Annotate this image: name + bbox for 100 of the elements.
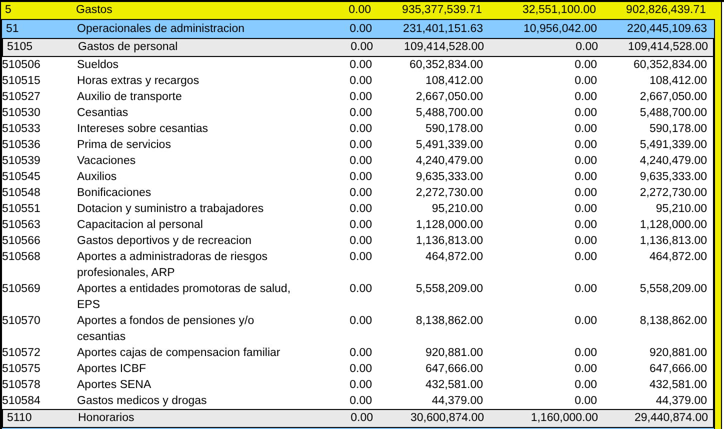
amount-cell-text: 0.00 <box>348 346 372 361</box>
amount-cell-text: 0.00 <box>574 40 598 55</box>
account-code: 510506 <box>2 58 42 73</box>
amount-cell-text: 1,128,000.00 <box>638 218 707 233</box>
account-name: Auxilio de transporte <box>76 90 183 105</box>
amount-cell-text: 647,666.00 <box>648 362 707 377</box>
amount-cell-text: 60,352,834.00 <box>632 58 707 73</box>
amount-cell-text: 0.00 <box>348 362 372 377</box>
amount-cell-text: 647,666.00 <box>424 362 483 377</box>
amount-cell-text: 0.00 <box>348 282 372 297</box>
amount-cell-text: 0.00 <box>348 154 372 169</box>
account-code: 51 <box>5 22 20 37</box>
amount-cell-text: 0.00 <box>350 411 373 426</box>
amount-cell-text: 0.00 <box>350 40 373 55</box>
amount-cell-text: 1,128,000.00 <box>414 218 483 233</box>
amount-cell-text: 2,272,730.00 <box>414 186 483 201</box>
amount-cell-text: 0.00 <box>574 362 597 377</box>
amount-cell-text: 4,240,479.00 <box>414 154 483 169</box>
account-name: Horas extras y recargos <box>76 74 200 89</box>
amount-cell-text: 0.00 <box>348 218 372 233</box>
amount-cell-text: 0.00 <box>348 170 372 185</box>
amount-cell-text: 0.00 <box>574 378 597 393</box>
account-code: 510530 <box>2 106 42 121</box>
amount-cell-text: 109,414,528.00 <box>627 40 708 55</box>
amount-cell-text: 0.00 <box>574 58 597 73</box>
amount-cell-text: 220,445,109.63 <box>626 22 707 37</box>
amount-cell-text: 8,138,862.00 <box>638 314 707 329</box>
amount-cell-text: 0.00 <box>574 282 597 297</box>
account-name: Cesantias <box>76 106 130 121</box>
amount-cell-text: 29,440,874.00 <box>633 411 708 426</box>
amount-cell-text: 0.00 <box>348 394 372 409</box>
account-code: 510575 <box>2 362 42 377</box>
amount-cell-text: 0.00 <box>574 250 597 265</box>
account-name: Aportes SENA <box>76 378 152 393</box>
amount-cell-text: 109,414,528.00 <box>403 40 484 55</box>
account-code: 510545 <box>2 170 42 185</box>
account-code: 5 <box>4 3 12 18</box>
account-name: Gastos medicos y drogas <box>76 394 208 409</box>
account-name: Sueldos <box>76 58 120 73</box>
account-name: Dotacion y suministro a trabajadores <box>76 202 265 217</box>
amount-cell-text: 0.00 <box>574 394 597 409</box>
account-name: Aportes a administradoras de riesgos profesionales, ARP <box>76 250 268 281</box>
amount-cell-text: 0.00 <box>348 378 372 393</box>
amount-cell-text: 0.00 <box>348 22 372 37</box>
amount-cell-text: 1,160,000.00 <box>530 411 598 426</box>
account-code: 510563 <box>2 218 42 233</box>
amount-cell-text: 32,551,100.00 <box>521 3 596 18</box>
account-code: 510551 <box>2 202 42 217</box>
amount-cell-text: 464,872.00 <box>424 250 483 265</box>
account-code: 510569 <box>2 282 42 297</box>
account-name: Aportes a entidades promotoras de salud, EPS <box>76 282 292 313</box>
account-name: Gastos de personal <box>77 40 179 55</box>
amount-cell-text: 5,491,339.00 <box>414 138 483 153</box>
account-code: 510572 <box>2 346 42 361</box>
amount-cell-text: 9,635,333.00 <box>414 170 483 185</box>
account-code: 510548 <box>2 186 42 201</box>
amount-cell-text: 0.00 <box>348 186 372 201</box>
amount-cell-text: 0.00 <box>348 90 372 105</box>
amount-cell-text: 0.00 <box>348 58 372 73</box>
amount-cell-text: 0.00 <box>574 202 597 217</box>
amount-cell-text: 0.00 <box>348 106 372 121</box>
amount-cell-text: 0.00 <box>574 106 597 121</box>
amount-cell-text: 0.00 <box>574 186 597 201</box>
amount-cell-text: 432,581.00 <box>648 378 707 393</box>
amount-cell-text: 464,872.00 <box>648 250 707 265</box>
amount-cell-text: 590,178.00 <box>424 122 483 137</box>
account-code: 510566 <box>2 234 42 249</box>
account-name: Gastos deportivos y de recreacion <box>76 234 253 249</box>
amount-cell-text: 95,210.00 <box>654 202 707 217</box>
amount-cell-text: 231,401,151.63 <box>402 22 483 37</box>
amount-cell-text: 920,881.00 <box>424 346 483 361</box>
amount-cell-text: 60,352,834.00 <box>408 58 483 73</box>
amount-cell-text: 0.00 <box>574 346 597 361</box>
account-code: 510570 <box>2 314 42 329</box>
account-code: 510515 <box>2 74 42 89</box>
account-name: Capacitacion al personal <box>76 218 204 233</box>
amount-cell-text: 5,558,209.00 <box>638 282 707 297</box>
account-code: 5110 <box>6 411 33 426</box>
amount-cell-text: 0.00 <box>574 122 597 137</box>
amount-cell-text: 0.00 <box>574 90 597 105</box>
amount-cell-text: 30,600,874.00 <box>409 411 484 426</box>
amount-cell-text: 0.00 <box>348 314 372 329</box>
account-code: 510527 <box>2 90 42 105</box>
amount-cell-text: 0.00 <box>574 74 597 89</box>
amount-cell-text: 5,558,209.00 <box>414 282 483 297</box>
amount-cell-text: 935,377,539.71 <box>401 3 482 18</box>
account-name: Intereses sobre cesantias <box>76 122 210 137</box>
amount-cell-text: 5,491,339.00 <box>638 138 707 153</box>
amount-cell-text: 44,379.00 <box>430 394 483 409</box>
account-code: 510584 <box>2 394 42 409</box>
account-name: Vacaciones <box>76 154 137 169</box>
amount-cell-text: 108,412.00 <box>648 74 707 89</box>
account-name: Gastos <box>75 3 114 18</box>
amount-cell-text: 0.00 <box>348 74 372 89</box>
amount-cell-text: 44,379.00 <box>654 394 707 409</box>
amount-cell-text: 2,272,730.00 <box>638 186 707 201</box>
account-code: 510539 <box>2 154 42 169</box>
amount-cell-text: 5,488,700.00 <box>638 106 707 121</box>
account-code: 510568 <box>2 250 42 265</box>
account-name: Operacionales de administracion <box>76 22 246 37</box>
